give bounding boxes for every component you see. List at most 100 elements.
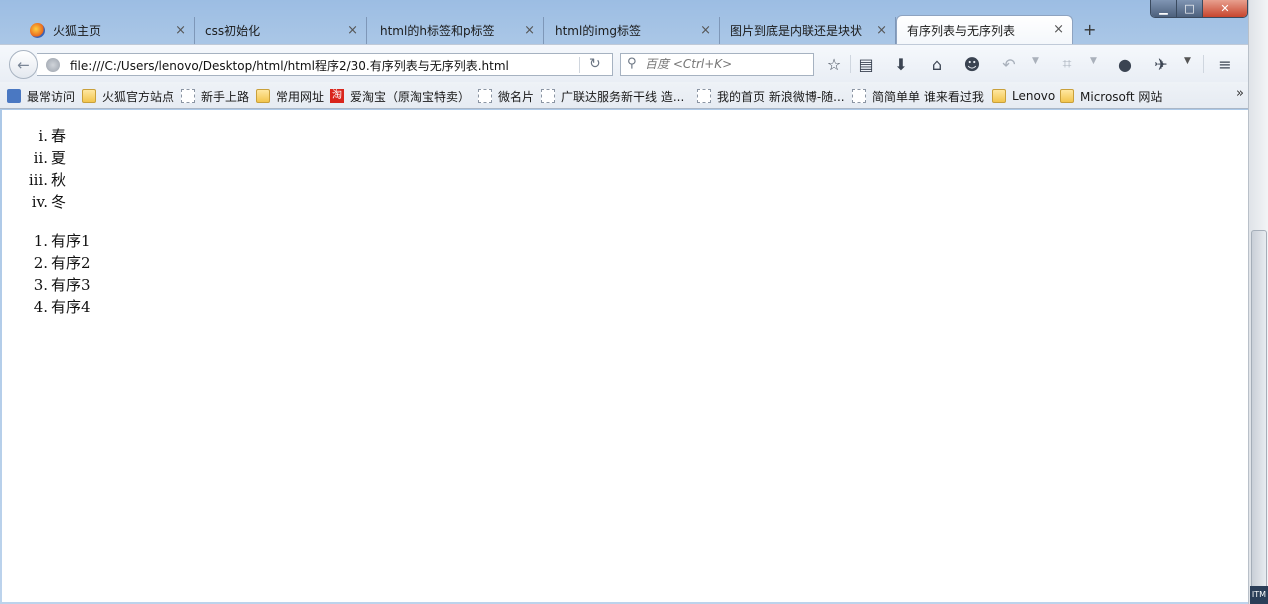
bookmark-label: 常用网址 xyxy=(276,89,325,104)
tab-label: css初始化 xyxy=(205,24,261,38)
chevron-down-icon[interactable]: ▼ xyxy=(1090,56,1097,66)
page-icon xyxy=(541,89,555,103)
bookmark-firefox-official[interactable]: 火狐官方站点 xyxy=(82,88,174,104)
list-item-text: 春 xyxy=(51,127,67,145)
site-identity-icon[interactable] xyxy=(46,58,60,72)
search-bar[interactable]: ⚲ xyxy=(620,53,814,76)
bird-icon[interactable]: ✈ xyxy=(1150,53,1172,75)
tab-close-icon[interactable]: × xyxy=(347,23,358,38)
reading-list-icon[interactable]: ▤ xyxy=(855,53,877,75)
navigation-toolbar: file:///C:/Users/lenovo/Desktop/html/htm… xyxy=(0,44,1248,82)
new-tab-button[interactable]: + xyxy=(1083,20,1096,39)
bookmark-micro-card[interactable]: 微名片 xyxy=(478,88,534,104)
bookmark-microsoft[interactable]: Microsoft 网站 xyxy=(1060,88,1162,104)
list-marker: 3. xyxy=(33,276,48,294)
tab-close-icon[interactable]: × xyxy=(876,23,887,38)
tab-close-icon[interactable]: × xyxy=(175,23,186,38)
chat-icon[interactable]: ☻ xyxy=(961,53,983,75)
undo-icon[interactable]: ↶ xyxy=(998,53,1020,75)
bookmark-getting-started[interactable]: 新手上路 xyxy=(181,88,249,104)
bookmark-label: 我的首页 新浪微博-随... xyxy=(717,89,845,104)
back-button[interactable]: ← xyxy=(9,50,38,79)
bookmark-jianjian[interactable]: 简简单单 谁来看过我 xyxy=(852,88,984,104)
tab-lists[interactable]: 有序列表与无序列表 × xyxy=(896,15,1073,44)
folder-icon xyxy=(1060,89,1074,103)
folder-icon xyxy=(256,89,270,103)
list-item-text: 有序2 xyxy=(51,254,91,272)
page-icon xyxy=(697,89,711,103)
bookmark-lenovo[interactable]: Lenovo xyxy=(992,88,1055,104)
list-item: ii. 夏 xyxy=(2,147,302,169)
reload-icon[interactable]: ↻ xyxy=(589,56,601,72)
list-item: i. 春 xyxy=(2,125,302,147)
list-item-text: 夏 xyxy=(51,149,67,167)
download-icon[interactable]: ⬇ xyxy=(890,53,912,75)
folder-icon xyxy=(82,89,96,103)
list-marker: 1. xyxy=(33,232,48,250)
list-item: 2. 有序2 xyxy=(2,252,302,274)
list-marker: i. xyxy=(38,127,48,145)
url-text[interactable]: file:///C:/Users/lenovo/Desktop/html/htm… xyxy=(70,57,509,74)
bookmark-label: Lenovo xyxy=(1012,89,1056,103)
list-item-text: 秋 xyxy=(51,171,67,189)
bookmark-most-visited[interactable]: 最常访问 xyxy=(7,88,75,104)
list-marker: ii. xyxy=(33,149,48,167)
bookmark-glodon[interactable]: 广联达服务新干线 造... xyxy=(541,88,684,104)
bookmark-star-icon[interactable]: ☆ xyxy=(823,53,845,75)
crop-icon[interactable]: ⌗ xyxy=(1056,53,1078,75)
folder-icon xyxy=(992,89,1006,103)
url-bar[interactable]: file:///C:/Users/lenovo/Desktop/html/htm… xyxy=(37,53,613,76)
tab-close-icon[interactable]: × xyxy=(1053,22,1064,37)
list-item: 3. 有序3 xyxy=(2,274,302,296)
firefox-icon xyxy=(30,23,45,38)
tab-img-tag[interactable]: html的img标签 × xyxy=(545,17,720,44)
most-visited-icon xyxy=(7,89,21,103)
tab-close-icon[interactable]: × xyxy=(700,23,711,38)
list-item-text: 有序3 xyxy=(51,276,91,294)
list-item-text: 有序1 xyxy=(51,232,91,250)
tab-label: 有序列表与无序列表 xyxy=(907,23,1016,38)
bookmark-label: 广联达服务新干线 造... xyxy=(561,89,685,104)
list-item-text: 冬 xyxy=(51,193,67,211)
bookmark-label: Microsoft 网站 xyxy=(1080,89,1163,104)
taskbar-fragment: ITM xyxy=(1250,586,1268,604)
tab-inline-block[interactable]: 图片到底是内联还是块状 × xyxy=(720,17,896,44)
taobao-icon: 淘 xyxy=(330,89,344,103)
bookmark-ai-taobao[interactable]: 淘 爱淘宝（原淘宝特卖） xyxy=(330,88,470,104)
home-icon[interactable]: ⌂ xyxy=(926,53,948,75)
tab-firefox-home[interactable]: 火狐主页 × xyxy=(20,17,195,44)
desktop-scrollbar[interactable] xyxy=(1248,0,1268,604)
back-arrow-icon: ← xyxy=(17,55,30,74)
bookmarks-overflow-button[interactable]: » xyxy=(1236,86,1244,101)
speech-bubble-icon[interactable]: ● xyxy=(1114,53,1136,75)
tab-close-icon[interactable]: × xyxy=(524,23,535,38)
list-marker: iv. xyxy=(31,193,48,211)
bookmark-label: 简简单单 谁来看过我 xyxy=(872,89,984,104)
tab-strip: 火狐主页 × css初始化 × html的h标签和p标签 × html的img标… xyxy=(0,14,1248,44)
bookmarks-bar: 最常访问 火狐官方站点 新手上路 常用网址 淘 爱淘宝（原淘宝特卖） 微名片 广… xyxy=(0,82,1248,109)
chevron-down-icon[interactable]: ▼ xyxy=(1032,56,1039,66)
page-content: i. 春 ii. 夏 iii. 秋 iv. 冬 1. 有序1 2. 有序2 3.… xyxy=(2,110,1248,602)
list-item-text: 有序4 xyxy=(51,298,91,316)
tab-label: 图片到底是内联还是块状 xyxy=(730,24,863,38)
hamburger-menu-icon[interactable]: ≡ xyxy=(1214,53,1236,75)
tab-css-init[interactable]: css初始化 × xyxy=(195,17,367,44)
tab-h-p-tags[interactable]: html的h标签和p标签 × xyxy=(370,17,544,44)
bookmark-common-sites[interactable]: 常用网址 xyxy=(256,88,324,104)
chevron-down-icon[interactable]: ▼ xyxy=(1184,56,1191,66)
toolbar-separator xyxy=(850,55,851,73)
list-marker: 4. xyxy=(33,298,48,316)
tab-label: html的h标签和p标签 xyxy=(380,24,495,38)
url-separator xyxy=(579,57,580,73)
scroll-thumb[interactable] xyxy=(1251,230,1267,600)
list-item: iv. 冬 xyxy=(2,191,302,213)
search-input[interactable] xyxy=(645,57,805,71)
list-item: iii. 秋 xyxy=(2,169,302,191)
list-item: 1. 有序1 xyxy=(2,230,302,252)
bookmark-label: 微名片 xyxy=(498,89,535,104)
bookmark-label: 火狐官方站点 xyxy=(102,89,175,104)
tab-label: 火狐主页 xyxy=(53,24,102,38)
page-icon xyxy=(852,89,866,103)
bookmark-sina-weibo[interactable]: 我的首页 新浪微博-随... xyxy=(697,88,845,104)
list-marker: iii. xyxy=(28,171,48,189)
